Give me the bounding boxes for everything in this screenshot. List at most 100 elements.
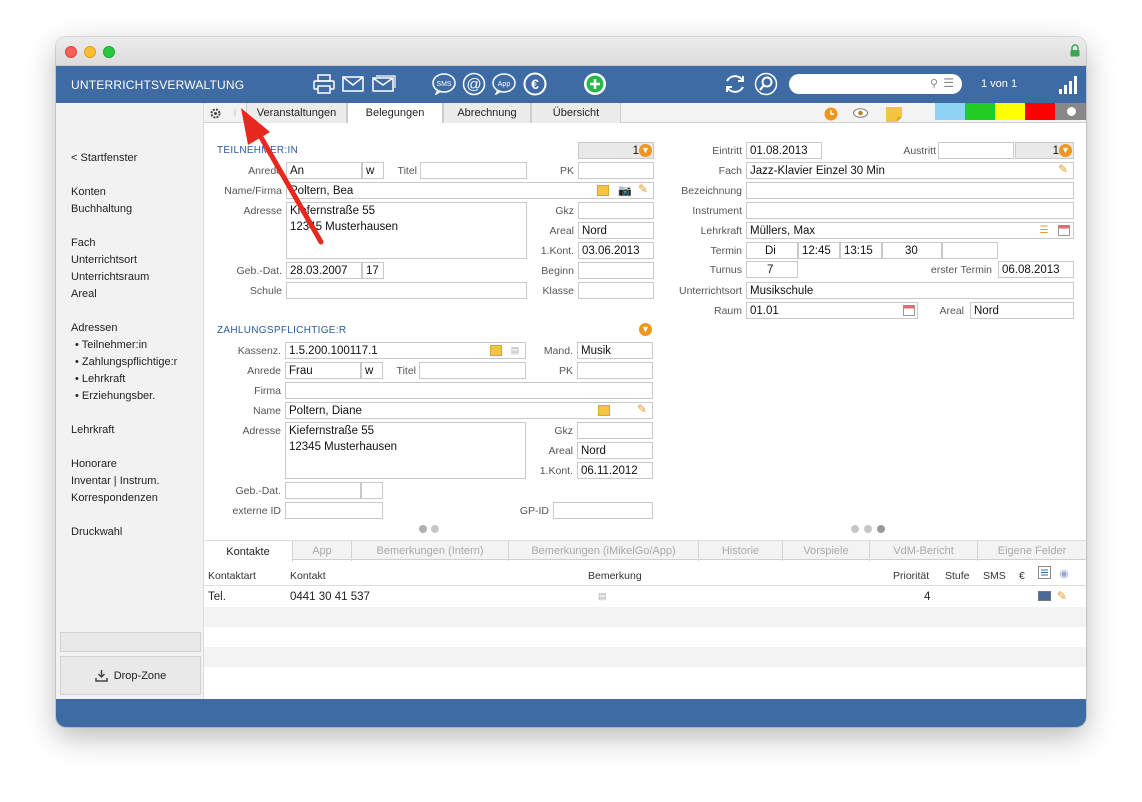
tab-eigene-felder[interactable]: Eigene Felder [978,541,1086,561]
teilnehmer-klasse-field[interactable] [578,282,654,299]
belegung-termin-von[interactable]: 12:45 [798,242,840,259]
teilnehmer-gkz-field[interactable] [578,202,654,219]
belegung-eintritt-field[interactable]: 01.08.2013 [746,142,822,159]
zahlungspflichtige-geb-field[interactable] [285,482,361,499]
sms-icon[interactable]: SMS [431,72,457,96]
zahlungspflichtige-gkz-field[interactable] [577,422,653,439]
info-icon[interactable]: i [230,106,240,120]
belegung-ort-field[interactable]: Musikschule [746,282,1074,299]
drop-zone[interactable]: Drop-Zone [60,656,201,695]
zahlungspflichtige-pk-field[interactable] [577,362,653,379]
zoom-window-button[interactable] [103,46,115,58]
sidebar-subitem-erziehungsber[interactable]: • Erziehungsber. [75,390,155,402]
sidebar-item-buchhaltung[interactable]: Buchhaltung [71,203,132,215]
belegung-austritt-field[interactable] [938,142,1014,159]
belegung-bezeichnung-field[interactable] [746,182,1074,199]
envelope-stack-icon[interactable] [371,72,397,96]
zahlungspflichtige-areal-field[interactable]: Nord [577,442,653,459]
sidebar-item-druckwahl[interactable]: Druckwahl [71,526,122,538]
euro-icon[interactable]: € [522,72,548,96]
app-icon[interactable]: App [491,72,517,96]
list-view-icon[interactable] [1038,566,1051,579]
sidebar-item-konten[interactable]: Konten [71,186,106,198]
camera-icon[interactable]: 📷 [617,184,633,197]
teilnehmer-kont-field[interactable]: 03.06.2013 [578,242,654,259]
zahlungspflichtige-anrede-field[interactable]: Frau [285,362,361,379]
tab-abrechnung[interactable]: Abrechnung [443,103,531,123]
cell-bemerkung-doc-icon[interactable]: ▤ [598,591,607,602]
belegung-termin-extra[interactable] [942,242,998,259]
refresh-icon[interactable] [722,72,748,96]
color-swatch-none[interactable] [1055,103,1086,120]
at-icon[interactable]: @ [461,72,487,96]
sidebar-item-lehrkraft[interactable]: Lehrkraft [71,424,114,436]
teilnehmer-titel-field[interactable] [420,162,527,179]
color-swatch-green[interactable] [965,103,995,120]
close-window-button[interactable] [65,46,77,58]
sidebar-item-adressen[interactable]: Adressen [71,322,117,334]
tab-veranstaltungen[interactable]: Veranstaltungen [246,103,347,123]
tab-uebersicht[interactable]: Übersicht [531,103,621,123]
list-icon[interactable]: ☰ [943,76,954,90]
tab-vdm-bericht[interactable]: VdM-Bericht [870,541,978,561]
sidebar-item-unterrichtsraum[interactable]: Unterrichtsraum [71,271,149,283]
zahlungspflichtige-kont-field[interactable]: 06.11.2012 [577,462,653,479]
printer-icon[interactable] [312,72,336,96]
add-icon[interactable] [582,72,608,96]
zahlungspflichtige-gender-field[interactable]: w [361,362,383,379]
zahlungspflichtige-titel-field[interactable] [419,362,526,379]
clock-icon[interactable] [823,106,838,121]
tab-bemerkungen-app[interactable]: Bemerkungen (iMikelGo/App) [509,541,699,561]
page-dot-left-2[interactable] [431,525,439,533]
sidebar-item-areal[interactable]: Areal [71,288,97,300]
teilnehmer-adresse-field[interactable]: Kiefernstraße 55 12345 Musterhausen [286,202,527,259]
sidebar-item-korrespondenzen[interactable]: Korrespondenzen [71,492,158,504]
tab-vorspiele[interactable]: Vorspiele [783,541,870,561]
belegung-fach-field[interactable]: Jazz-Klavier Einzel 30 Min [746,162,1074,179]
sidebar-subitem-teilnehmer[interactable]: • Teilnehmer:in [75,339,147,351]
page-dot-right-1[interactable] [851,525,859,533]
sidebar-back-startfenster[interactable]: < Startfenster [71,152,137,164]
lightbulb-icon[interactable]: ◉ [1059,566,1069,580]
belegung-erster-termin-field[interactable]: 06.08.2013 [998,261,1074,278]
tab-kontakte[interactable]: Kontakte [204,541,293,562]
search-input[interactable]: ⚲ ☰ [789,74,962,94]
teilnehmer-schule-field[interactable] [286,282,527,299]
belegung-turnus-field[interactable]: 7 [746,261,798,278]
teilnehmer-geb-field[interactable]: 28.03.2007 [286,262,362,279]
search-icon[interactable] [753,72,779,96]
belegung-termin-tag[interactable]: Di [746,242,798,259]
teilnehmer-edit-pencil-icon[interactable]: ✎ [638,182,648,196]
belegung-raum-field[interactable]: 01.01 [746,302,918,319]
teilnehmer-beginn-field[interactable] [578,262,654,279]
list-detail-icon[interactable]: ☰ [1038,224,1050,236]
calendar-icon[interactable] [1057,224,1070,236]
tab-app[interactable]: App [293,541,352,561]
row-monitor-icon[interactable] [1038,591,1051,601]
zahlungspflichtige-dropdown-icon[interactable]: ▼ [639,323,652,336]
zahlungspflichtige-extid-field[interactable] [285,502,383,519]
color-swatch-yellow[interactable] [995,103,1025,120]
zahlungspflichtige-gpid-field[interactable] [553,502,653,519]
belegung-dropdown-icon[interactable]: ▼ [1059,144,1072,157]
belegung-termin-bis[interactable]: 13:15 [840,242,882,259]
belegung-termin-dauer[interactable]: 30 [882,242,942,259]
teilnehmer-anrede-field[interactable]: An [286,162,362,179]
page-dot-right-2[interactable] [864,525,872,533]
teilnehmer-gender-field[interactable]: w [362,162,384,179]
sidebar-item-fach[interactable]: Fach [71,237,95,249]
belegung-areal-field[interactable]: Nord [970,302,1074,319]
envelope-icon[interactable] [341,72,365,96]
sidebar-item-unterrichtsort[interactable]: Unterrichtsort [71,254,137,266]
zp-edit-pencil-icon[interactable]: ✎ [637,402,647,416]
table-row[interactable]: Tel. 0441 30 41 537 ▤ 4 ✎ [204,587,1086,607]
kassenz-doc-icon[interactable]: ▤ [510,345,520,356]
gear-icon[interactable] [208,106,222,120]
color-swatch-red[interactable] [1025,103,1055,120]
page-dot-right-3[interactable] [877,525,885,533]
fach-edit-pencil-icon[interactable]: ✎ [1058,162,1068,176]
page-dot-left-1[interactable] [419,525,427,533]
tab-historie[interactable]: Historie [699,541,783,561]
belegung-instrument-field[interactable] [746,202,1074,219]
color-swatch-blue[interactable] [935,103,965,120]
